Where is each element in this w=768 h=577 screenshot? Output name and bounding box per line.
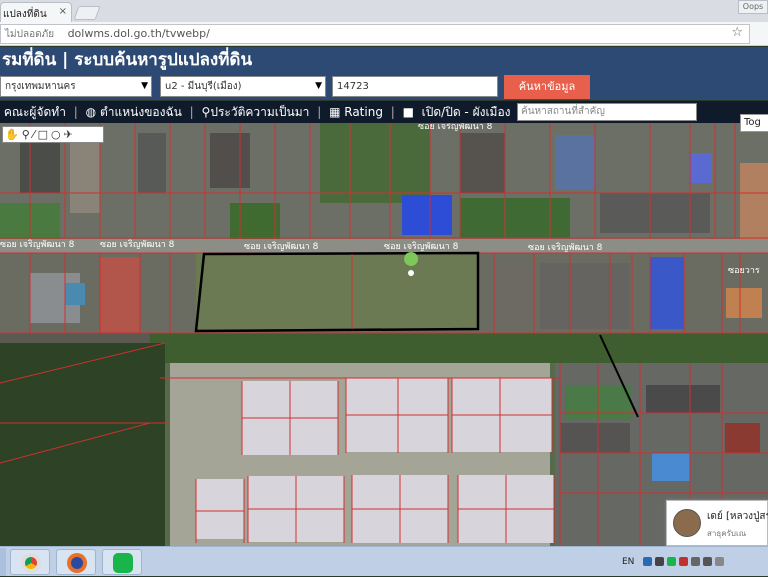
road-label: ซอย เจริญพัฒนา 8	[384, 241, 459, 252]
volume-icon[interactable]	[703, 557, 713, 566]
network-icon[interactable]	[691, 557, 701, 566]
staff-label: คณะผู้จัดทำ	[3, 105, 66, 119]
map-toolbar: คณะผู้จัดทำ | ◍ ตำแหน่งของฉัน | ⚲ประวัติ…	[0, 101, 768, 123]
chevron-down-icon: ▼	[315, 81, 322, 91]
separator: |	[73, 105, 78, 119]
tray-icon[interactable]	[679, 557, 689, 566]
taskbar-chrome[interactable]	[10, 549, 50, 575]
parcel-number-input[interactable]: 14723	[332, 76, 498, 97]
language-indicator[interactable]: EN	[622, 557, 634, 567]
toolbar-item-toggle-layer[interactable]: ■ เปิด/ปิด - ผังเมือง	[403, 101, 511, 123]
page-title: รมที่ดิน | ระบบค้นหารูปแปลงที่ดิน	[0, 47, 768, 74]
address-bar[interactable]: ไม่ปลอดภัย dolwms.dol.go.th/tvwebp/ ☆	[0, 24, 750, 44]
toolbar-item-history[interactable]: ⚲ประวัติความเป็นมา	[202, 101, 310, 123]
chevron-down-icon: ▼	[141, 81, 148, 91]
province-value: กรุงเทพมหานคร	[5, 81, 76, 92]
system-tray: EN	[618, 547, 768, 577]
taskbar-firefox[interactable]	[56, 549, 96, 575]
address-bar-row: ไม่ปลอดภัย dolwms.dol.go.th/tvwebp/ ☆ ⋮	[0, 22, 768, 62]
pin-icon[interactable]: ⚲	[22, 128, 33, 141]
my-location-label: ตำแหน่งของฉัน	[99, 105, 182, 119]
line-app-icon	[113, 553, 133, 573]
toggle-layer-label: เปิด/ปิด - ผังเมือง	[421, 105, 511, 119]
history-icon: ⚲	[201, 105, 211, 119]
hand-icon[interactable]: ✋	[5, 128, 22, 141]
district-value: u2 - มีนบุรี(เมือง)	[165, 81, 242, 92]
tray-icon[interactable]	[643, 557, 653, 566]
circle-icon[interactable]: ○	[51, 128, 64, 141]
toolbar-item-staff[interactable]: คณะผู้จัดทำ	[0, 101, 66, 123]
road-label-right: ซอยวาร	[728, 266, 760, 276]
insecure-label[interactable]: ไม่ปลอดภัย	[5, 29, 54, 40]
district-select[interactable]: u2 - มีนบุรี(เมือง) ▼	[160, 76, 326, 97]
toolbar-item-rating[interactable]: ▦ Rating	[329, 101, 383, 123]
road-label: ซอย เจริญพัฒนา 8	[100, 239, 175, 250]
satellite-map[interactable]: ซอย เจริญพัฒนา 8 ซอย เจริญพัฒนา 8 ซอย เจ…	[0, 123, 768, 546]
separator: |	[189, 105, 194, 119]
map-canvas: ซอย เจริญพัฒนา 8 ซอย เจริญพัฒนา 8 ซอย เจ…	[0, 123, 768, 546]
toolbar-item-my-location[interactable]: ◍ ตำแหน่งของฉัน	[86, 101, 182, 123]
bookmark-star-icon[interactable]: ☆	[731, 24, 743, 42]
separator: |	[317, 105, 322, 119]
taskbar: EN	[0, 546, 768, 576]
search-bar: กรุงเทพมหานคร ▼ u2 - มีนบุรี(เมือง) ▼ 14…	[0, 74, 768, 100]
road-label: ซอย เจริญพัฒนา 8	[244, 241, 319, 252]
url-text[interactable]: dolwms.dol.go.th/tvwebp/	[68, 27, 210, 40]
start-edge[interactable]	[0, 548, 6, 576]
tray-icon[interactable]	[667, 557, 677, 566]
flag-icon[interactable]	[715, 557, 725, 566]
taskbar-line[interactable]	[102, 549, 142, 575]
tab-title: แปลงที่ดิน	[3, 9, 47, 20]
window-user-badge[interactable]: Oops	[738, 0, 768, 14]
new-tab-button[interactable]	[73, 6, 101, 20]
browser-tabstrip: แปลงที่ดิน × Oops	[0, 0, 768, 22]
browser-tab[interactable]: แปลงที่ดิน ×	[0, 2, 72, 22]
road-label: ซอย เจริญพัฒนา 8	[528, 242, 603, 253]
globe-icon: ◍	[85, 105, 97, 119]
chat-notification[interactable]: เดย์ [หลวงปู่สรา สาธุครับเณ	[666, 500, 768, 546]
place-search-input[interactable]: ค้นหาสถานที่สำคัญ	[517, 103, 697, 121]
separator: |	[390, 105, 395, 119]
chrome-icon	[21, 553, 41, 573]
bird-icon[interactable]: ✈	[64, 128, 76, 141]
history-label: ประวัติความเป็นมา	[210, 105, 310, 119]
square-icon[interactable]: □	[38, 128, 51, 141]
search-button[interactable]: ค้นหาข้อมูล	[504, 75, 590, 99]
tab-close-icon[interactable]: ×	[59, 6, 67, 17]
rating-label: Rating	[344, 105, 383, 119]
notification-subtitle: สาธุครับเณ	[707, 529, 747, 538]
road-label-top: ซอย เจริญพัฒนา 8	[418, 123, 493, 132]
notification-name: เดย์ [หลวงปู่สรา	[707, 511, 768, 522]
road-label: ซอย เจริญพัฒนา 8	[0, 239, 75, 250]
checkbox-icon[interactable]: ■	[403, 101, 414, 123]
chart-icon: ▦	[329, 105, 341, 119]
province-select[interactable]: กรุงเทพมหานคร ▼	[0, 76, 152, 97]
avatar	[673, 509, 701, 537]
tray-icon[interactable]	[655, 557, 665, 566]
toggle-button[interactable]: Tog	[740, 114, 768, 132]
draw-toolbar: ✋⚲⁄□○✈	[2, 126, 104, 143]
firefox-icon	[67, 553, 87, 573]
